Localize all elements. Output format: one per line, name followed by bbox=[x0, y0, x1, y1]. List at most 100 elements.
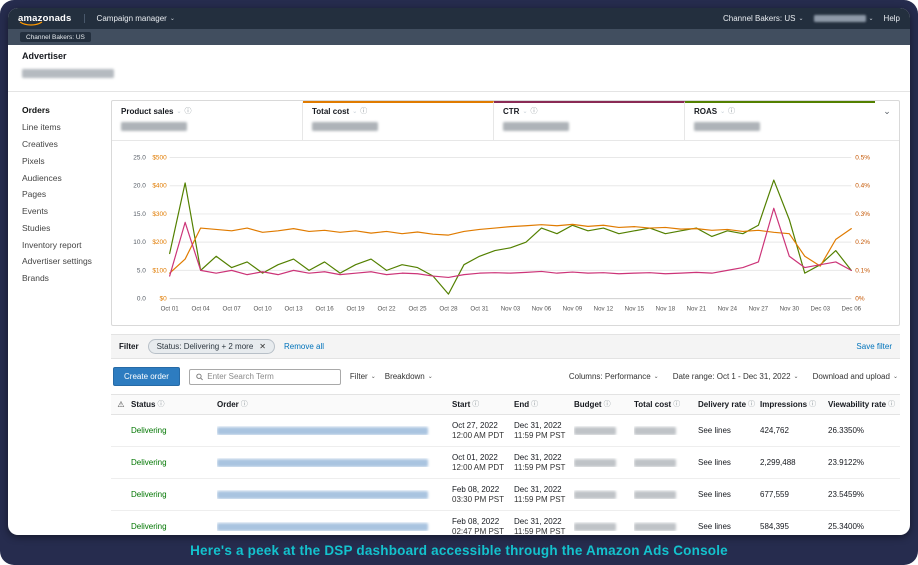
svg-text:0%: 0% bbox=[855, 296, 865, 303]
svg-text:Oct 22: Oct 22 bbox=[377, 306, 396, 313]
header-label: Budget bbox=[574, 400, 602, 409]
create-order-button[interactable]: Create order bbox=[113, 367, 180, 386]
search-box[interactable] bbox=[188, 368, 341, 385]
chevron-down-icon: ⌄ bbox=[793, 373, 799, 380]
svg-text:$200: $200 bbox=[152, 239, 167, 246]
budget-redacted bbox=[574, 522, 616, 531]
svg-text:Oct 10: Oct 10 bbox=[254, 306, 273, 313]
metric-card-roas[interactable]: ROAS ⌄ ⓘ bbox=[685, 101, 875, 140]
info-icon: ⓘ bbox=[184, 108, 192, 115]
svg-text:Nov 30: Nov 30 bbox=[780, 306, 800, 313]
total-cost-redacted bbox=[634, 458, 676, 467]
sidebar-item-events[interactable]: Events bbox=[22, 203, 99, 220]
impressions-value: 677,559 bbox=[760, 490, 789, 499]
date-range-dropdown[interactable]: Date range: Oct 1 - Dec 31, 2022 ⌄ bbox=[673, 372, 799, 381]
header-label: Start bbox=[452, 400, 471, 409]
delivery-rate-value: See lines bbox=[698, 458, 731, 467]
filter-bar: Filter Status: Delivering + 2 more ✕ Rem… bbox=[111, 334, 900, 359]
info-icon: ⓘ bbox=[728, 108, 736, 115]
info-icon: ⓘ bbox=[472, 401, 480, 408]
order-name-redacted[interactable] bbox=[217, 522, 428, 531]
campaign-manager-label: Campaign manager bbox=[96, 14, 167, 23]
info-icon: ⓘ bbox=[240, 401, 248, 408]
chevron-down-icon: ⌄ bbox=[169, 15, 175, 22]
chevron-down-icon: ⌄ bbox=[522, 108, 528, 115]
column-header-budget[interactable]: Budget ⓘ bbox=[574, 400, 634, 409]
search-input[interactable] bbox=[207, 372, 334, 381]
metric-card-total-cost[interactable]: Total cost ⌄ ⓘ bbox=[303, 101, 494, 140]
entity-switcher[interactable]: Channel Bakers: US ⌄ bbox=[723, 14, 804, 23]
order-name-redacted[interactable] bbox=[217, 458, 428, 467]
column-header-viewability-rate[interactable]: Viewability rate ⓘ bbox=[828, 400, 900, 409]
status-filter-chip[interactable]: Status: Delivering + 2 more ✕ bbox=[147, 339, 275, 354]
total-cost-redacted bbox=[634, 490, 676, 499]
column-header-status[interactable]: Status ⓘ bbox=[131, 400, 217, 409]
end-cell: Dec 31, 2022 11:59 PM PST bbox=[514, 516, 566, 536]
sidebar-item-line-items[interactable]: Line items bbox=[22, 119, 99, 136]
metric-label: ROAS bbox=[694, 107, 718, 116]
collapse-chart-button[interactable]: ⌄ bbox=[875, 101, 899, 140]
column-header-delivery-rate[interactable]: Delivery rate ⓘ bbox=[698, 400, 760, 409]
main-content: Product sales ⌄ ⓘ Total cost ⌄ ⓘ CTR ⌄ ⓘ… bbox=[105, 92, 910, 535]
columns-dropdown[interactable]: Columns: Performance ⌄ bbox=[569, 372, 659, 381]
info-icon: ⓘ bbox=[748, 401, 756, 408]
sidebar-item-orders[interactable]: Orders bbox=[22, 102, 99, 119]
entity-chip[interactable]: Channel Bakers: US bbox=[20, 32, 91, 42]
budget-redacted bbox=[574, 490, 616, 499]
metric-card-ctr[interactable]: CTR ⌄ ⓘ bbox=[494, 101, 685, 140]
metric-card-product-sales[interactable]: Product sales ⌄ ⓘ bbox=[112, 101, 303, 140]
top-navbar: amazonads Campaign manager ⌄ Channel Bak… bbox=[8, 8, 910, 29]
column-header-total-cost[interactable]: Total cost ⓘ bbox=[634, 400, 698, 409]
table-row[interactable]: Delivering Feb 08, 2022 03:30 PM PST Dec … bbox=[111, 479, 900, 511]
user-account-menu[interactable]: ⌄ bbox=[813, 15, 874, 22]
chevron-down-icon: ⌄ bbox=[798, 15, 804, 22]
start-cell: Feb 08, 2022 02:47 PM PST bbox=[452, 516, 505, 536]
column-header-start[interactable]: Start ⓘ bbox=[452, 400, 514, 409]
breakdown-dropdown[interactable]: Breakdown ⌄ bbox=[385, 372, 433, 381]
order-name-redacted[interactable] bbox=[217, 426, 428, 435]
column-header-end[interactable]: End ⓘ bbox=[514, 400, 574, 409]
status-badge: Delivering bbox=[131, 426, 167, 435]
svg-text:$300: $300 bbox=[152, 211, 167, 218]
date-range-dropdown-label: Date range: Oct 1 - Dec 31, 2022 bbox=[672, 372, 791, 381]
table-row[interactable]: Delivering Oct 01, 2022 12:00 AM PDT Dec … bbox=[111, 447, 900, 479]
sub-navbar: Channel Bakers: US bbox=[8, 29, 910, 45]
column-header-impressions[interactable]: Impressions ⓘ bbox=[760, 400, 828, 409]
filter-dropdown-label: Filter bbox=[349, 372, 368, 381]
sidebar-item-pixels[interactable]: Pixels bbox=[22, 152, 99, 169]
sidebar-item-audiences[interactable]: Audiences bbox=[22, 169, 99, 186]
sidebar-item-inventory-report[interactable]: Inventory report bbox=[22, 236, 99, 253]
header-label: Order bbox=[217, 400, 239, 409]
save-filter-link[interactable]: Save filter bbox=[856, 342, 892, 351]
metric-label: Product sales bbox=[121, 107, 174, 116]
download-upload-dropdown[interactable]: Download and upload ⌄ bbox=[813, 372, 898, 381]
campaign-manager-menu[interactable]: Campaign manager ⌄ bbox=[83, 14, 175, 23]
chevron-down-icon: ⌄ bbox=[868, 15, 874, 22]
metric-summary-row: Product sales ⌄ ⓘ Total cost ⌄ ⓘ CTR ⌄ ⓘ… bbox=[112, 101, 899, 141]
table-header-row: ⚠ Status ⓘ Order ⓘ Start ⓘ End ⓘ Budget ⓘ Tot… bbox=[111, 394, 900, 415]
close-icon[interactable]: ✕ bbox=[259, 342, 266, 351]
svg-text:Oct 07: Oct 07 bbox=[223, 306, 242, 313]
svg-text:Nov 18: Nov 18 bbox=[656, 306, 676, 313]
help-link[interactable]: Help bbox=[884, 14, 900, 23]
order-name-redacted[interactable] bbox=[217, 490, 428, 499]
column-header-order[interactable]: Order ⓘ bbox=[217, 400, 452, 409]
sidebar-item-studies[interactable]: Studies bbox=[22, 219, 99, 236]
filter-dropdown[interactable]: Filter ⌄ bbox=[350, 372, 376, 381]
table-row[interactable]: Delivering Oct 27, 2022 12:00 AM PDT Dec … bbox=[111, 415, 900, 447]
advertiser-name-redacted[interactable] bbox=[22, 69, 114, 79]
sidebar-item-creatives[interactable]: Creatives bbox=[22, 136, 99, 153]
header-label: Delivery rate bbox=[698, 400, 747, 409]
metric-value-redacted bbox=[121, 122, 187, 132]
table-row[interactable]: Delivering Feb 08, 2022 02:47 PM PST Dec … bbox=[111, 511, 900, 536]
info-icon: ⓘ bbox=[673, 401, 681, 408]
svg-text:Oct 01: Oct 01 bbox=[161, 306, 180, 313]
remove-all-link[interactable]: Remove all bbox=[284, 342, 324, 351]
sidebar-item-brands[interactable]: Brands bbox=[22, 270, 99, 287]
sidebar-item-advertiser-settings[interactable]: Advertiser settings bbox=[22, 253, 99, 270]
impressions-value: 584,395 bbox=[760, 522, 789, 531]
sidebar-item-pages[interactable]: Pages bbox=[22, 186, 99, 203]
impressions-value: 424,762 bbox=[760, 426, 789, 435]
svg-text:Nov 06: Nov 06 bbox=[532, 306, 552, 313]
chevron-down-icon: ⌄ bbox=[653, 373, 659, 380]
